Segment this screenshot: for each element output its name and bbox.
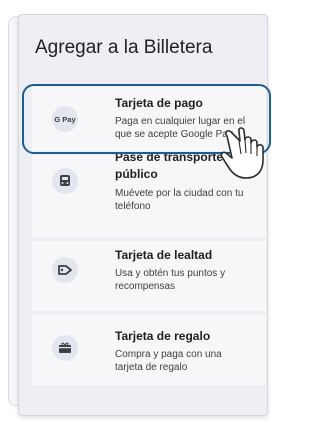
option-description-line: Compra y paga con una bbox=[115, 349, 222, 360]
option-title: público bbox=[115, 167, 158, 181]
loyalty-card-icon bbox=[52, 257, 78, 283]
loyalty-card-option[interactable]: Tarjeta de lealtad Usa y obtén tus punto… bbox=[32, 241, 266, 311]
option-title: Tarjeta de lealtad bbox=[115, 248, 213, 262]
option-description-line: Muévete por la ciudad con tu bbox=[115, 188, 244, 199]
option-title: Tarjeta de regalo bbox=[115, 329, 211, 343]
gift-card-icon bbox=[52, 335, 78, 361]
option-description-line: recompensas bbox=[115, 281, 176, 292]
option-description-line: Usa y obtén tus puntos y bbox=[115, 268, 226, 279]
option-description-line: teléfono bbox=[115, 201, 151, 212]
page-title: Agregar a la Billetera bbox=[35, 37, 213, 58]
hand-pointer-icon bbox=[220, 127, 264, 179]
option-description-line: tarjeta de regalo bbox=[115, 362, 188, 373]
transit-pass-icon bbox=[52, 168, 78, 194]
gift-card-option[interactable]: Tarjeta de regalo Compra y paga con una … bbox=[32, 315, 266, 385]
